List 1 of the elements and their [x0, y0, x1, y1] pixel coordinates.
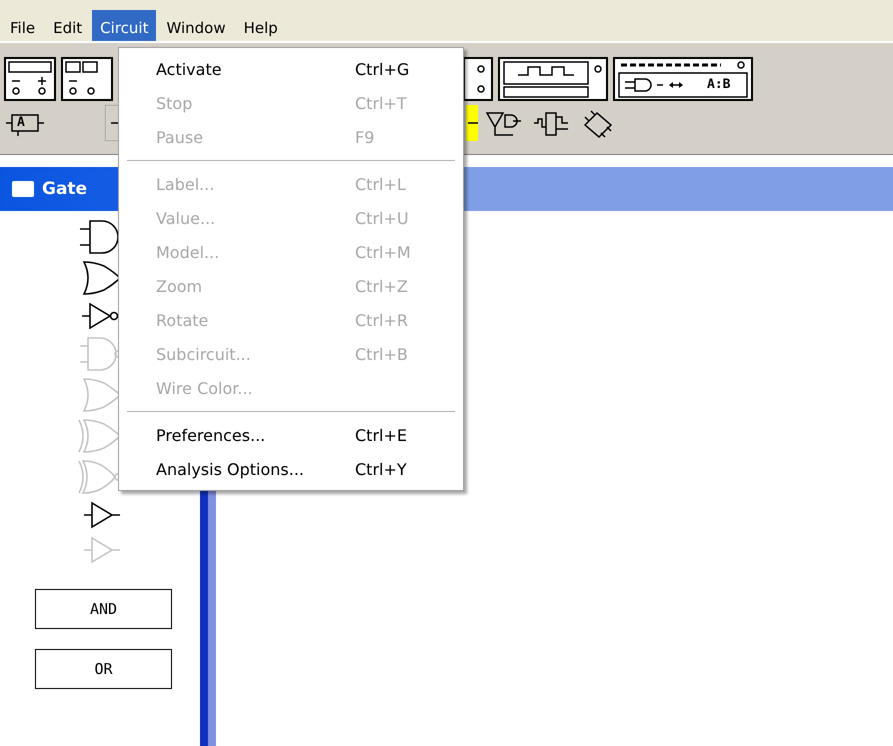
window-title: Gate [42, 179, 88, 199]
